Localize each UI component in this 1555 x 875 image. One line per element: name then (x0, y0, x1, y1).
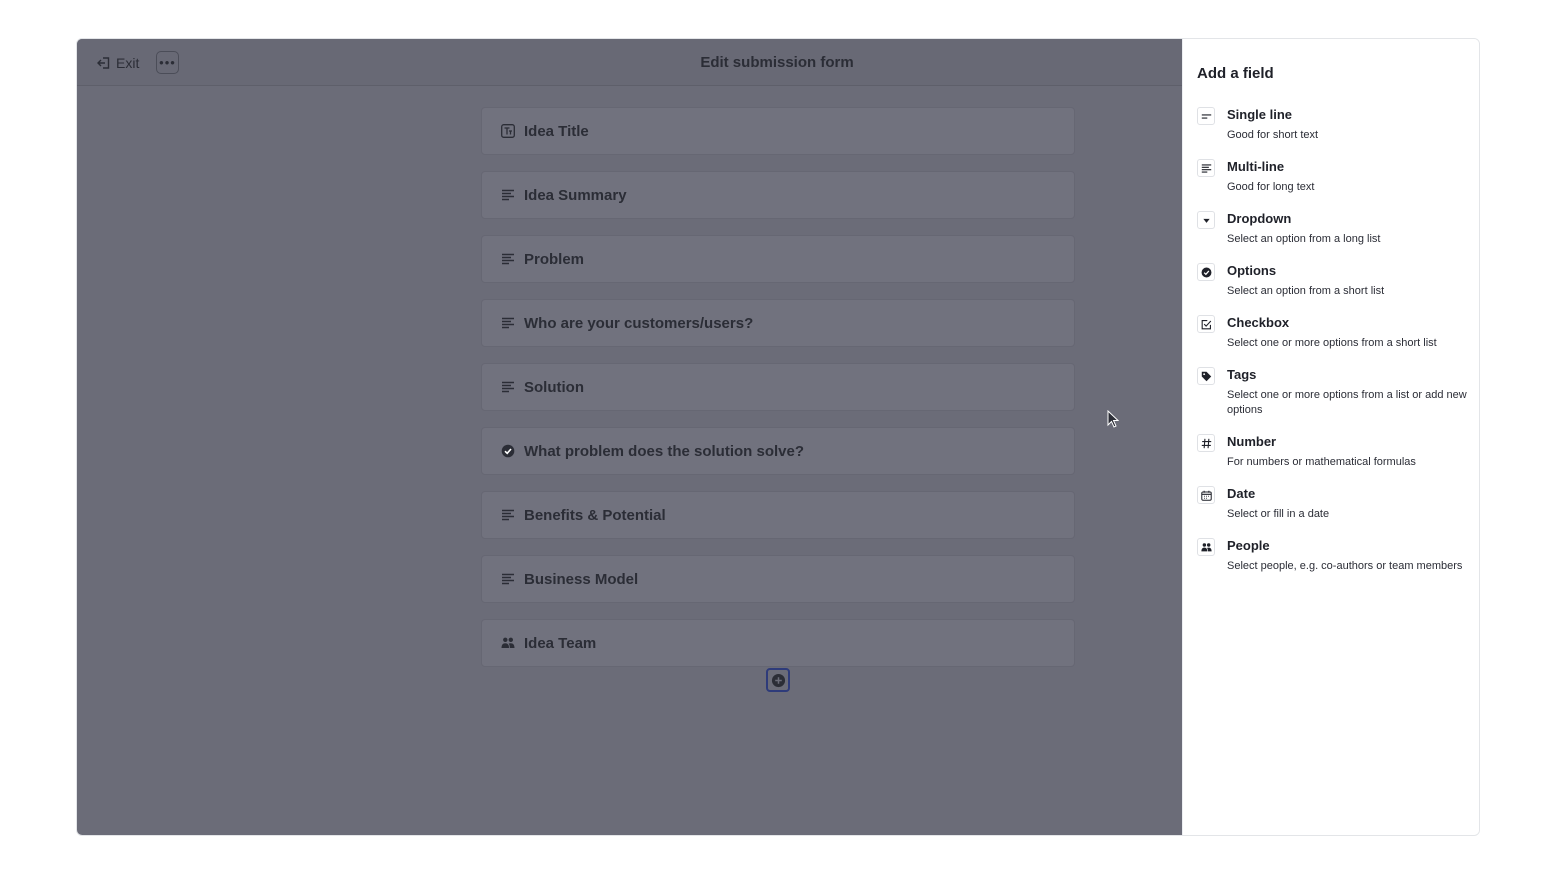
field-type-name: Options (1227, 263, 1277, 278)
field-type-multi-line[interactable]: Multi-line Good for long text (1197, 158, 1467, 195)
field-type-name: People (1227, 538, 1270, 553)
field-type-description: Select an option from a long list (1227, 233, 1381, 245)
form-field-card[interactable]: Idea Team (481, 619, 1075, 667)
form-field-card[interactable]: What problem does the solution solve? (481, 427, 1075, 475)
form-editor-area: Exit ••• Edit submission form Idea Title… (77, 39, 1182, 835)
top-bar: Exit ••• (77, 39, 1182, 86)
form-field-label: Business Model (524, 570, 639, 588)
field-type-description: Good for long text (1227, 181, 1315, 193)
form-field-label: Idea Title (524, 122, 589, 140)
form-field-card[interactable]: Who are your customers/users? (481, 299, 1075, 347)
field-type-description: Select or fill in a date (1227, 508, 1330, 520)
field-type-name: Single line (1227, 107, 1293, 122)
multiline-icon (500, 316, 515, 331)
field-type-name: Checkbox (1227, 315, 1290, 330)
field-type-description: Select one or more options from a list o… (1227, 389, 1467, 416)
tag-icon (1197, 367, 1215, 385)
options-check-icon (1197, 263, 1215, 281)
field-type-name: Multi-line (1227, 159, 1285, 174)
multiline-icon (500, 572, 515, 587)
add-field-button[interactable] (766, 668, 790, 692)
options-check-icon (500, 444, 515, 459)
form-field-label: What problem does the solution solve? (524, 442, 805, 460)
multiline-icon (500, 252, 515, 267)
single-line-icon (1197, 107, 1215, 125)
field-type-number[interactable]: Number For numbers or mathematical formul… (1197, 433, 1467, 470)
form-field-card[interactable]: Idea Title (481, 107, 1075, 155)
people-icon (1197, 538, 1215, 556)
form-field-label: Who are your customers/users? (524, 314, 754, 332)
people-icon (500, 636, 515, 651)
field-type-name: Number (1227, 434, 1277, 449)
checkbox-icon (1197, 315, 1215, 333)
field-type-text: Checkbox Select one or more options from … (1227, 314, 1437, 351)
form-field-label: Idea Summary (524, 186, 627, 204)
multiline-icon (500, 188, 515, 203)
form-field-card[interactable]: Problem (481, 235, 1075, 283)
field-type-people[interactable]: People Select people, e.g. co-authors or … (1197, 537, 1467, 574)
field-type-options[interactable]: Options Select an option from a short lis… (1197, 262, 1467, 299)
field-type-tags[interactable]: Tags Select one or more options from a li… (1197, 366, 1467, 418)
more-options-button[interactable]: ••• (156, 51, 179, 74)
field-type-description: Good for short text (1227, 129, 1319, 141)
field-type-description: Select people, e.g. co-authors or team m… (1227, 560, 1463, 572)
app-window: Exit ••• Edit submission form Idea Title… (76, 38, 1480, 836)
field-type-text: Date Select or fill in a date (1227, 485, 1329, 522)
form-field-label: Idea Team (524, 634, 597, 652)
hash-icon (1197, 434, 1215, 452)
field-type-text: Tags Select one or more options from a li… (1227, 366, 1467, 418)
multiline-icon (500, 508, 515, 523)
field-type-text: Dropdown Select an option from a long lis… (1227, 210, 1380, 247)
field-type-description: Select one or more options from a short … (1227, 337, 1437, 349)
text-title-icon (500, 124, 515, 139)
multiline-icon (500, 380, 515, 395)
form-field-label: Benefits & Potential (524, 506, 666, 524)
field-type-text: People Select people, e.g. co-authors or … (1227, 537, 1462, 574)
field-type-text: Options Select an option from a short lis… (1227, 262, 1384, 299)
exit-button[interactable]: Exit (97, 52, 139, 74)
field-type-dropdown[interactable]: Dropdown Select an option from a long lis… (1197, 210, 1467, 247)
multiline-icon (1197, 159, 1215, 177)
calendar-icon (1197, 486, 1215, 504)
field-type-text: Multi-line Good for long text (1227, 158, 1314, 195)
panel-title: Add a field (1197, 65, 1274, 82)
plus-circle-icon (771, 673, 785, 687)
field-type-name: Tags (1227, 367, 1257, 382)
add-field-panel: Add a field Single line Good for short te… (1182, 39, 1479, 835)
exit-label: Exit (116, 55, 140, 71)
more-icon: ••• (159, 55, 176, 70)
field-type-date[interactable]: Date Select or fill in a date (1197, 485, 1467, 522)
dropdown-icon (1197, 211, 1215, 229)
field-type-checkbox[interactable]: Checkbox Select one or more options from … (1197, 314, 1467, 351)
form-field-list: Idea Title Idea Summary Problem Who are you… (481, 107, 1075, 683)
exit-icon (97, 57, 110, 69)
field-type-description: For numbers or mathematical formulas (1227, 456, 1416, 468)
form-field-card[interactable]: Benefits & Potential (481, 491, 1075, 539)
field-type-text: Number For numbers or mathematical formul… (1227, 433, 1416, 470)
form-field-card[interactable]: Business Model (481, 555, 1075, 603)
mouse-cursor-icon (1107, 410, 1119, 428)
form-field-card[interactable]: Solution (481, 363, 1075, 411)
form-field-label: Problem (524, 250, 585, 268)
field-type-name: Date (1227, 486, 1256, 501)
field-type-description: Select an option from a short list (1227, 285, 1385, 297)
field-type-text: Single line Good for short text (1227, 106, 1318, 143)
field-type-single-line[interactable]: Single line Good for short text (1197, 106, 1467, 143)
field-type-name: Dropdown (1227, 211, 1292, 226)
form-field-label: Solution (524, 378, 584, 396)
form-field-card[interactable]: Idea Summary (481, 171, 1075, 219)
